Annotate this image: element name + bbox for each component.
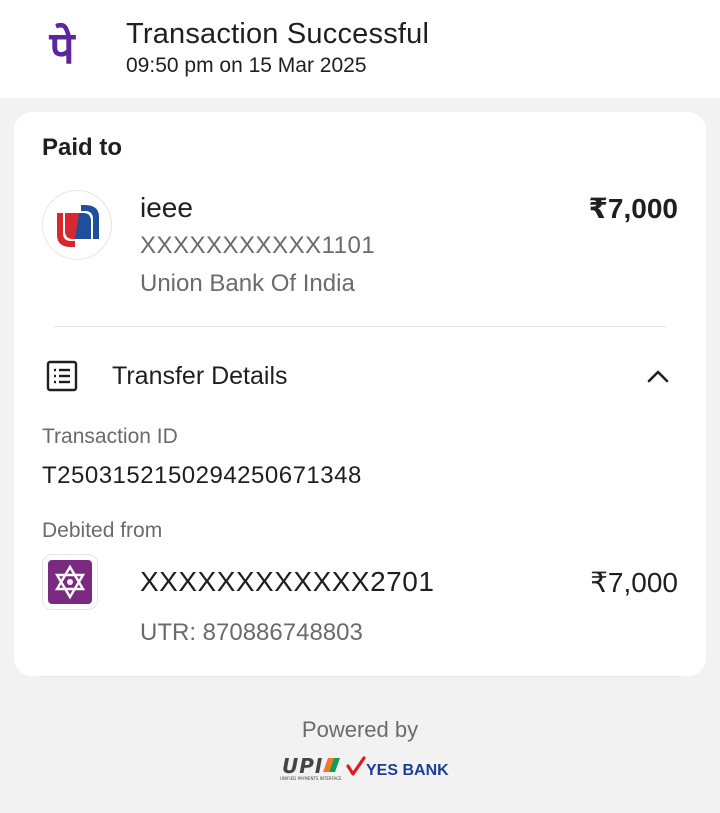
transaction-card: Paid to ieee XXXXXXXXXXX1101 Union Bank … (14, 112, 706, 676)
paid-to-label: Paid to (42, 134, 123, 161)
upi-yes-bank-logo: UPI UNIFIED PAYMENTS INTERFACE YES BANK (280, 754, 450, 782)
payee-bank-name: Union Bank Of India (140, 270, 355, 297)
svg-text:UNIFIED PAYMENTS INTERFACE: UNIFIED PAYMENTS INTERFACE (280, 776, 342, 781)
union-bank-logo-icon (42, 190, 112, 260)
phonepe-logo-icon: पे (49, 23, 75, 74)
svg-text:YES BANK: YES BANK (366, 762, 449, 779)
transaction-timestamp: 09:50 pm on 15 Mar 2025 (126, 54, 367, 77)
transfer-details-title[interactable]: Transfer Details (112, 362, 288, 391)
paid-amount: ₹7,000 (588, 193, 678, 224)
receipt-list-icon (46, 360, 78, 392)
transaction-id-label: Transaction ID (42, 425, 178, 448)
powered-by-label: Powered by (301, 717, 419, 742)
debit-account-number: XXXXXXXXXXXX2701 (140, 566, 435, 597)
status-title: Transaction Successful (126, 18, 430, 50)
section-divider (54, 326, 666, 327)
utr-number[interactable]: UTR: 870886748803 (140, 619, 363, 647)
svg-text:UPI: UPI (282, 754, 323, 778)
debit-amount: ₹7,000 (590, 567, 678, 598)
bottom-divider (40, 676, 680, 677)
transaction-id-value[interactable]: T2503152150294250671348 (42, 462, 362, 490)
payee-account-number: XXXXXXXXXXX1101 (140, 232, 376, 259)
debited-from-label: Debited from (42, 519, 163, 542)
status-header: पे Transaction Successful 09:50 pm on 15… (0, 0, 720, 98)
star-of-david-bank-icon (42, 554, 98, 610)
chevron-up-icon[interactable] (644, 362, 672, 390)
payee-name: ieee (140, 192, 193, 223)
